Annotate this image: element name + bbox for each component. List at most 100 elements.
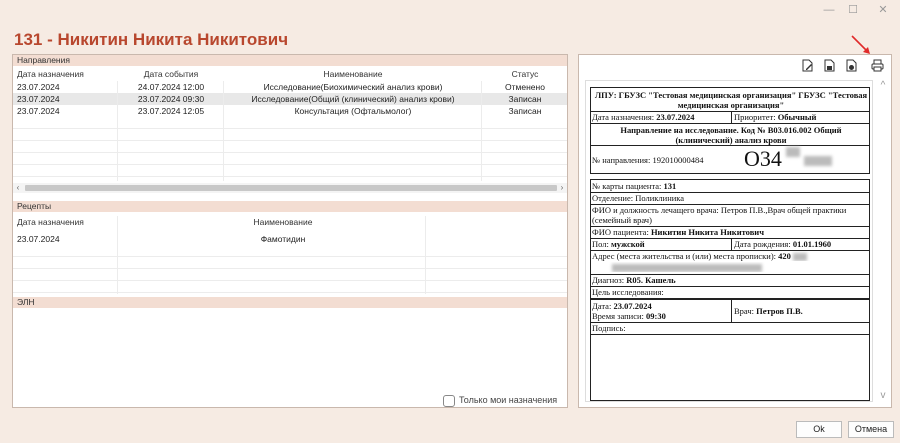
cell-date: 23.07.2024 <box>17 94 60 104</box>
value: R05. Кашель <box>626 275 676 285</box>
cell-name: Консультация (Офтальмолог) <box>294 106 412 116</box>
table-row[interactable]: 23.07.2024 Фамотидин <box>13 233 567 245</box>
value: 09:30 <box>646 311 666 321</box>
title-bar: — ☐ ✕ <box>0 0 900 22</box>
redacted <box>612 264 762 273</box>
maximize-button[interactable]: ☐ <box>842 3 864 17</box>
left-panel: Направления Дата назначения Дата события… <box>12 54 568 408</box>
doc-big-code: О34 <box>744 147 832 171</box>
doc-patient-name: ФИО пациента: Никитин Никита Никитович <box>590 227 870 237</box>
empty-row <box>13 281 567 293</box>
cancel-button[interactable]: Отмена <box>848 421 894 438</box>
document-vertical-scrollbar[interactable]: ^ v <box>877 80 889 402</box>
doc-purpose: Цель исследования: <box>592 287 664 297</box>
label: Диагноз: <box>592 275 625 285</box>
label: ФИО пациента: <box>592 227 649 237</box>
doc-lpu: ЛПУ: ГБУЗС "Тестовая медицинская организ… <box>594 90 868 110</box>
column-divider <box>117 81 118 181</box>
value: 01.01.1960 <box>792 239 832 249</box>
col-header-status[interactable]: Статус <box>483 68 567 80</box>
doc-treating-doctor: ФИО и должность лечащего врача: Петров П… <box>592 205 847 225</box>
cell-date: 23.07.2024 <box>17 106 60 116</box>
label: Время записи: <box>592 311 644 321</box>
doc-signature: Подпись: <box>592 323 626 333</box>
edit-doc-icon[interactable] <box>801 59 814 72</box>
scroll-up-icon[interactable]: ^ <box>877 80 889 92</box>
col-header-event-date[interactable]: Дата события <box>133 68 209 80</box>
doc-department: Отделение: Поликлиника <box>592 193 685 203</box>
scrollbar-thumb[interactable] <box>25 185 557 191</box>
col-header-name[interactable]: Наименование <box>233 68 473 80</box>
doc-divider <box>590 123 870 124</box>
settings-doc-icon[interactable] <box>845 59 858 72</box>
ok-button[interactable]: Ok <box>796 421 842 438</box>
value: 420 <box>778 251 791 261</box>
doc-date-assigned: Дата назначения: 23.07.2024 <box>590 112 730 122</box>
cell-date: 23.07.2024 <box>17 82 60 92</box>
col-header-date-assigned[interactable]: Дата назначения <box>17 68 117 80</box>
cell-date: 23.07.2024 <box>17 234 60 244</box>
red-arrow-icon <box>851 35 870 54</box>
redacted <box>785 147 800 157</box>
value: мужской <box>611 239 645 249</box>
label: Приоритет: <box>734 112 776 122</box>
doc-doctor: Врач: Петров П.В. <box>732 306 870 316</box>
empty-row <box>13 117 567 129</box>
doc-address-redacted <box>590 262 870 273</box>
doc-sex: Пол: мужской <box>590 239 730 249</box>
eln-section-header: ЭЛН <box>13 297 567 308</box>
close-button[interactable]: ✕ <box>872 3 894 17</box>
doc-priority: Приоритет: Обычный <box>732 112 870 122</box>
empty-row <box>13 257 567 269</box>
empty-row <box>13 245 567 257</box>
checkbox-box[interactable] <box>443 394 455 407</box>
referrals-section-header: Направления <box>13 55 567 66</box>
table-row[interactable]: 23.07.2024 23.07.2024 09:30 Исследование… <box>13 93 567 105</box>
table-row[interactable]: 23.07.2024 24.07.2024 12:00 Исследование… <box>13 81 567 93</box>
col-header-date-assigned[interactable]: Дата назначения <box>17 216 117 228</box>
cell-status: Отменено <box>505 82 545 92</box>
cell-status: Записан <box>508 106 542 116</box>
scroll-down-icon[interactable]: v <box>877 390 889 402</box>
col-header-name[interactable]: Наименование <box>123 216 443 228</box>
print-icon[interactable] <box>871 59 884 72</box>
column-divider <box>425 216 426 294</box>
column-divider <box>117 216 118 294</box>
label: Дата назначения: <box>592 112 655 122</box>
label: Пол: <box>592 239 609 249</box>
column-divider <box>223 81 224 181</box>
cell-event-date: 23.07.2024 12:05 <box>137 106 205 116</box>
big-code-text: О34 <box>744 146 782 171</box>
redacted <box>803 155 832 166</box>
label: Врач: <box>734 306 754 316</box>
referral-document: ЛПУ: ГБУЗС "Тестовая медицинская организ… <box>585 80 873 402</box>
doc-address: Адрес (места жительства и (или) места пр… <box>590 251 870 262</box>
scroll-left-icon[interactable]: ‹ <box>13 183 23 193</box>
value: 23.07.2024 <box>656 112 695 122</box>
column-divider <box>481 81 482 181</box>
minimize-button[interactable]: — <box>818 3 840 17</box>
label: Дата: <box>592 301 612 311</box>
page-title: 131 - Никитин Никита Никитович <box>14 30 289 49</box>
doc-dob: Дата рождения: 01.01.1960 <box>732 239 870 249</box>
table-row[interactable]: 23.07.2024 23.07.2024 12:05 Консультация… <box>13 105 567 117</box>
doc-card-number: № карты пациента: 131 <box>590 181 870 191</box>
save-doc-icon[interactable] <box>823 59 836 72</box>
horizontal-scrollbar[interactable]: ‹ › <box>13 183 567 193</box>
empty-row <box>13 129 567 141</box>
label: № направления: <box>592 155 651 165</box>
cell-name: Фамотидин <box>260 234 306 244</box>
only-mine-checkbox[interactable]: Только мои назначения <box>443 393 557 407</box>
prescriptions-section-header: Рецепты <box>13 201 567 212</box>
cell-status: Записан <box>508 94 542 104</box>
cell-name: Исследование(Общий (клинический) анализ … <box>251 94 455 104</box>
doc-divider <box>590 145 870 146</box>
doc-visit-time: Время записи: 09:30 <box>590 311 730 321</box>
scroll-right-icon[interactable]: › <box>557 183 567 193</box>
value: Обычный <box>777 112 817 122</box>
empty-row <box>13 165 567 177</box>
cell-event-date: 23.07.2024 09:30 <box>137 94 205 104</box>
doc-title: Направление на исследование. Код № B03.0… <box>620 125 842 145</box>
value: Никитин Никита Никитович <box>650 227 764 237</box>
referrals-header-row: Дата назначения Дата события Наименовани… <box>13 68 567 80</box>
